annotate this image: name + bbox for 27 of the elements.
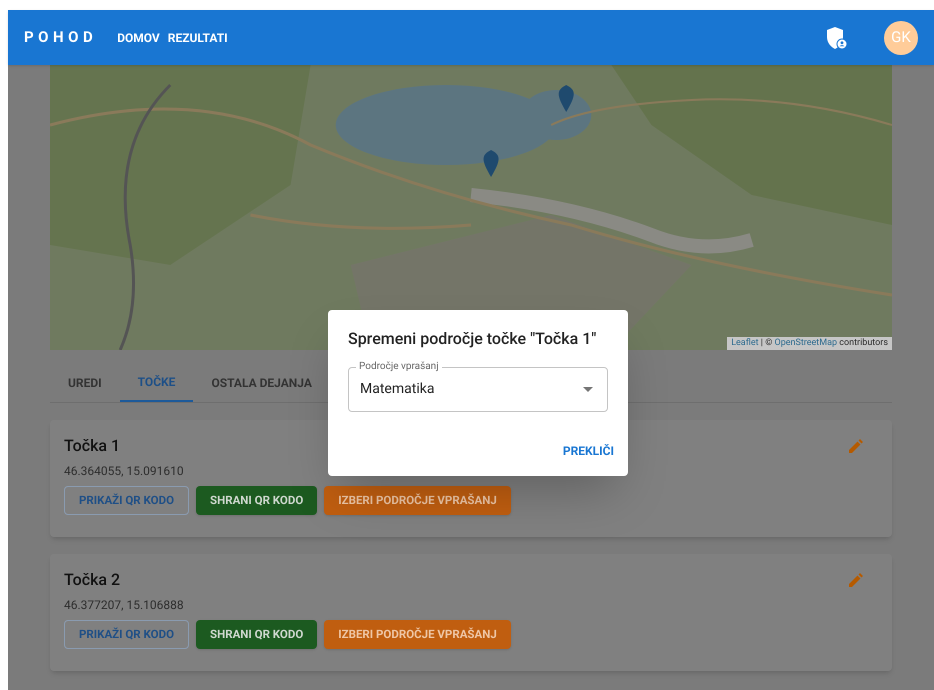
select-value: Matematika bbox=[360, 380, 436, 399]
point-coordinates: 46.377207, 15.106888 bbox=[64, 597, 185, 614]
attribution-link[interactable]: Leaflet bbox=[731, 338, 759, 348]
tab[interactable]: UREDI bbox=[50, 363, 120, 402]
action-button[interactable]: PRIKAŽI QR KODO bbox=[64, 486, 190, 515]
attribution-separator: | © bbox=[760, 338, 772, 348]
action-button[interactable]: IZBERI PODROČJE VPRAŠANJ bbox=[324, 620, 511, 649]
action-button[interactable]: IZBERI PODROČJE VPRAŠANJ bbox=[324, 486, 511, 515]
action-button[interactable]: SHRANI QR KODO bbox=[196, 486, 318, 515]
dialog-title: Spremeni področje točke "Točka 1" bbox=[347, 328, 598, 350]
action-button[interactable]: SHRANI QR KODO bbox=[196, 620, 318, 649]
point-title: Točka 2 bbox=[64, 569, 120, 591]
attribution-link[interactable]: OpenStreetMap bbox=[774, 338, 838, 348]
point-title: Točka 1 bbox=[64, 435, 120, 457]
dropdown-caret-icon bbox=[583, 387, 593, 392]
pencil-icon[interactable] bbox=[848, 572, 864, 588]
point-coordinates: 46.364055, 15.091610 bbox=[64, 463, 185, 480]
pencil-icon[interactable] bbox=[848, 438, 864, 454]
cancel-button[interactable]: PREKLIČI bbox=[560, 438, 616, 464]
attribution-text: contributors bbox=[839, 338, 888, 348]
nav-link[interactable]: REZULTATI bbox=[168, 28, 228, 46]
nav-link[interactable]: DOMOV bbox=[117, 28, 160, 46]
shield-user-icon[interactable] bbox=[826, 26, 848, 50]
brand-logo[interactable]: POHOD bbox=[24, 26, 98, 49]
tab[interactable]: TOČKE bbox=[120, 363, 194, 402]
tab[interactable]: OSTALA DEJANJA bbox=[193, 363, 330, 402]
action-button[interactable]: PRIKAŽI QR KODO bbox=[64, 620, 190, 649]
